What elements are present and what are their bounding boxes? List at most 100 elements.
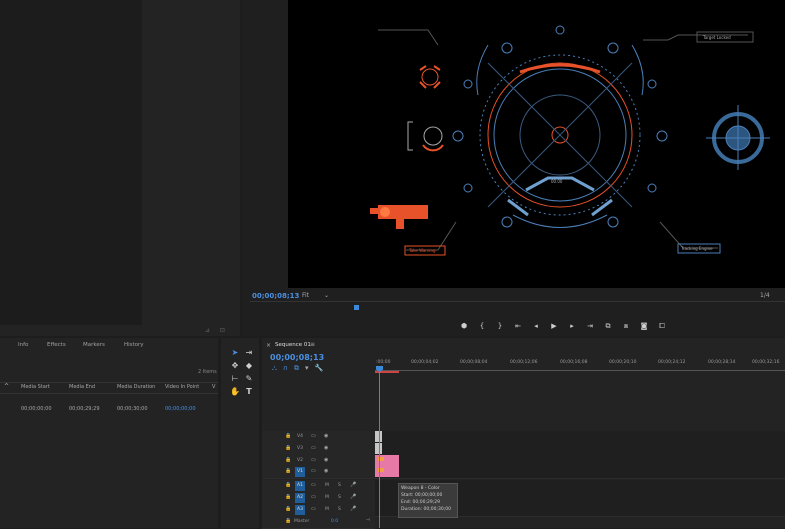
tab-effects[interactable]: Effects <box>47 342 66 348</box>
program-timecode[interactable]: 00;00;08;13 <box>252 292 299 300</box>
track-select-icon[interactable]: ⇥ <box>243 347 255 358</box>
export-frame-icon[interactable]: ◙ <box>635 320 653 332</box>
slip-tool-icon[interactable]: ⊢ <box>229 373 241 384</box>
lift-icon[interactable]: ⧉ <box>599 320 617 332</box>
mark-in-icon[interactable]: { <box>473 320 491 332</box>
eye-icon[interactable]: ◉ <box>324 457 328 463</box>
film-icon[interactable]: ▭ <box>311 468 316 474</box>
zoom-fit-select[interactable]: Fit <box>302 292 309 299</box>
master-volume[interactable]: 0.0 <box>331 519 338 524</box>
solo-button[interactable]: S <box>338 507 341 512</box>
mute-button[interactable]: M <box>325 495 329 500</box>
col-truncated[interactable]: V <box>212 384 215 390</box>
lock-icon[interactable]: 🔒 <box>285 445 291 451</box>
hud-label-top-right: Target Locked <box>702 35 731 40</box>
mic-icon[interactable]: ▭ <box>311 482 316 488</box>
cell-video-in-point[interactable]: 00;00;00;00 <box>165 406 196 412</box>
sequence-timecode[interactable]: 00;00;08;13 <box>270 353 324 362</box>
items-count: 2 Items <box>198 369 217 375</box>
hand-tool-icon[interactable]: ✋ <box>229 386 241 397</box>
pen-tool-icon[interactable]: ✎ <box>243 373 255 384</box>
microphone-icon[interactable]: 🎤 <box>350 494 356 500</box>
lock-icon[interactable]: 🔒 <box>285 518 291 524</box>
track-label: V4 <box>297 434 303 439</box>
tooltip-end: End: 00;00;29;29 <box>401 500 440 505</box>
source-footer-icons[interactable]: ⊿ ⊡ <box>205 327 229 334</box>
mute-button[interactable]: M <box>325 507 329 512</box>
compare-icon[interactable]: ⧠ <box>653 320 671 332</box>
add-marker-icon[interactable]: ⬢ <box>455 320 473 332</box>
snap-icon[interactable]: ∩ <box>283 364 288 373</box>
eye-icon[interactable]: ◉ <box>324 433 328 439</box>
selection-tool-icon[interactable]: ➤ <box>229 347 241 358</box>
playhead-line[interactable] <box>379 368 380 528</box>
tab-history[interactable]: History <box>124 342 144 348</box>
step-back-icon[interactable]: ◂ <box>527 320 545 332</box>
col-media-start[interactable]: Media Start <box>21 384 50 390</box>
track-header[interactable] <box>262 466 375 479</box>
sort-up-icon[interactable]: ^ <box>4 383 9 390</box>
track-target[interactable]: A1 <box>295 481 305 491</box>
lock-icon[interactable]: 🔒 <box>285 457 291 463</box>
track-label: V2 <box>297 458 303 463</box>
go-to-in-icon[interactable]: ⇤ <box>509 320 527 332</box>
hud-center-readout: 00.00 <box>551 179 563 184</box>
film-icon[interactable]: ▭ <box>311 445 316 451</box>
ruler-label: 00;00;08;04 <box>460 360 488 365</box>
hud-label-bottom-right: Tracking Engine <box>680 246 713 251</box>
chevron-down-icon[interactable]: ⌄ <box>324 292 329 299</box>
extract-icon[interactable]: ⧈ <box>617 320 635 332</box>
wrench-icon[interactable]: 🔧 <box>315 364 324 373</box>
hud-graphic: Target Locked Take Warning Tracking Engi… <box>370 25 770 256</box>
cell-media-end: 00;00;29;29 <box>69 406 100 412</box>
lock-icon[interactable]: 🔒 <box>285 468 291 474</box>
track-target[interactable]: V1 <box>295 467 305 477</box>
nest-icon[interactable]: ⛬ <box>272 364 277 373</box>
lock-icon[interactable]: 🔒 <box>285 433 291 439</box>
film-icon[interactable]: ▭ <box>311 433 316 439</box>
track-target[interactable]: A2 <box>295 493 305 503</box>
microphone-icon[interactable]: 🎤 <box>350 482 356 488</box>
step-forward-icon[interactable]: ▸ <box>563 320 581 332</box>
eye-icon[interactable]: ◉ <box>324 468 328 474</box>
go-to-out-icon[interactable]: ⇥ <box>581 320 599 332</box>
lock-icon[interactable]: 🔒 <box>285 506 291 512</box>
mute-button[interactable]: M <box>325 483 329 488</box>
ruler-baseline <box>375 370 785 371</box>
linked-selection-icon[interactable]: ⧉ <box>294 364 299 373</box>
mic-icon[interactable]: ▭ <box>311 506 316 512</box>
tooltip-clip-name: Weapon 8 - Color <box>401 486 440 491</box>
col-media-duration[interactable]: Media Duration <box>117 384 155 390</box>
lock-icon[interactable]: 🔒 <box>285 494 291 500</box>
program-playhead[interactable] <box>354 305 359 310</box>
menu-icon[interactable]: ≡ <box>310 341 315 348</box>
resolution-select[interactable]: 1/4 <box>760 292 770 299</box>
mark-out-icon[interactable]: } <box>491 320 509 332</box>
add-marker-icon[interactable]: ▾ <box>305 364 309 373</box>
track-target[interactable]: A3 <box>295 505 305 515</box>
sequence-tab[interactable]: Sequence 01 <box>275 342 311 348</box>
col-media-end[interactable]: Media End <box>69 384 95 390</box>
hud-weapon-icon <box>370 205 428 229</box>
film-icon[interactable]: ▭ <box>311 457 316 463</box>
type-tool-icon[interactable]: T <box>243 386 255 397</box>
mic-icon[interactable]: ▭ <box>311 494 316 500</box>
program-time-ruler[interactable] <box>250 301 785 314</box>
razor-tool-icon[interactable]: ◆ <box>243 360 255 371</box>
solo-button[interactable]: S <box>338 495 341 500</box>
microphone-icon[interactable]: 🎤 <box>350 506 356 512</box>
ruler-label: :00;00 <box>376 360 391 365</box>
ripple-edit-icon[interactable]: ✥ <box>229 360 241 371</box>
lock-icon[interactable]: 🔒 <box>285 482 291 488</box>
hud-label-bottom-left: Take Warning <box>408 248 436 253</box>
tab-info[interactable]: Info <box>18 342 28 348</box>
go-to-end-icon[interactable]: ⊣ <box>366 518 370 523</box>
track-row[interactable] <box>375 466 785 479</box>
col-video-in-point[interactable]: Video In Point <box>165 384 199 390</box>
solo-button[interactable]: S <box>338 483 341 488</box>
track-label: V3 <box>297 446 303 451</box>
close-icon[interactable]: × <box>266 342 271 349</box>
tab-markers[interactable]: Markers <box>83 342 105 348</box>
eye-icon[interactable]: ◉ <box>324 445 328 451</box>
play-icon[interactable]: ▶ <box>545 320 563 332</box>
